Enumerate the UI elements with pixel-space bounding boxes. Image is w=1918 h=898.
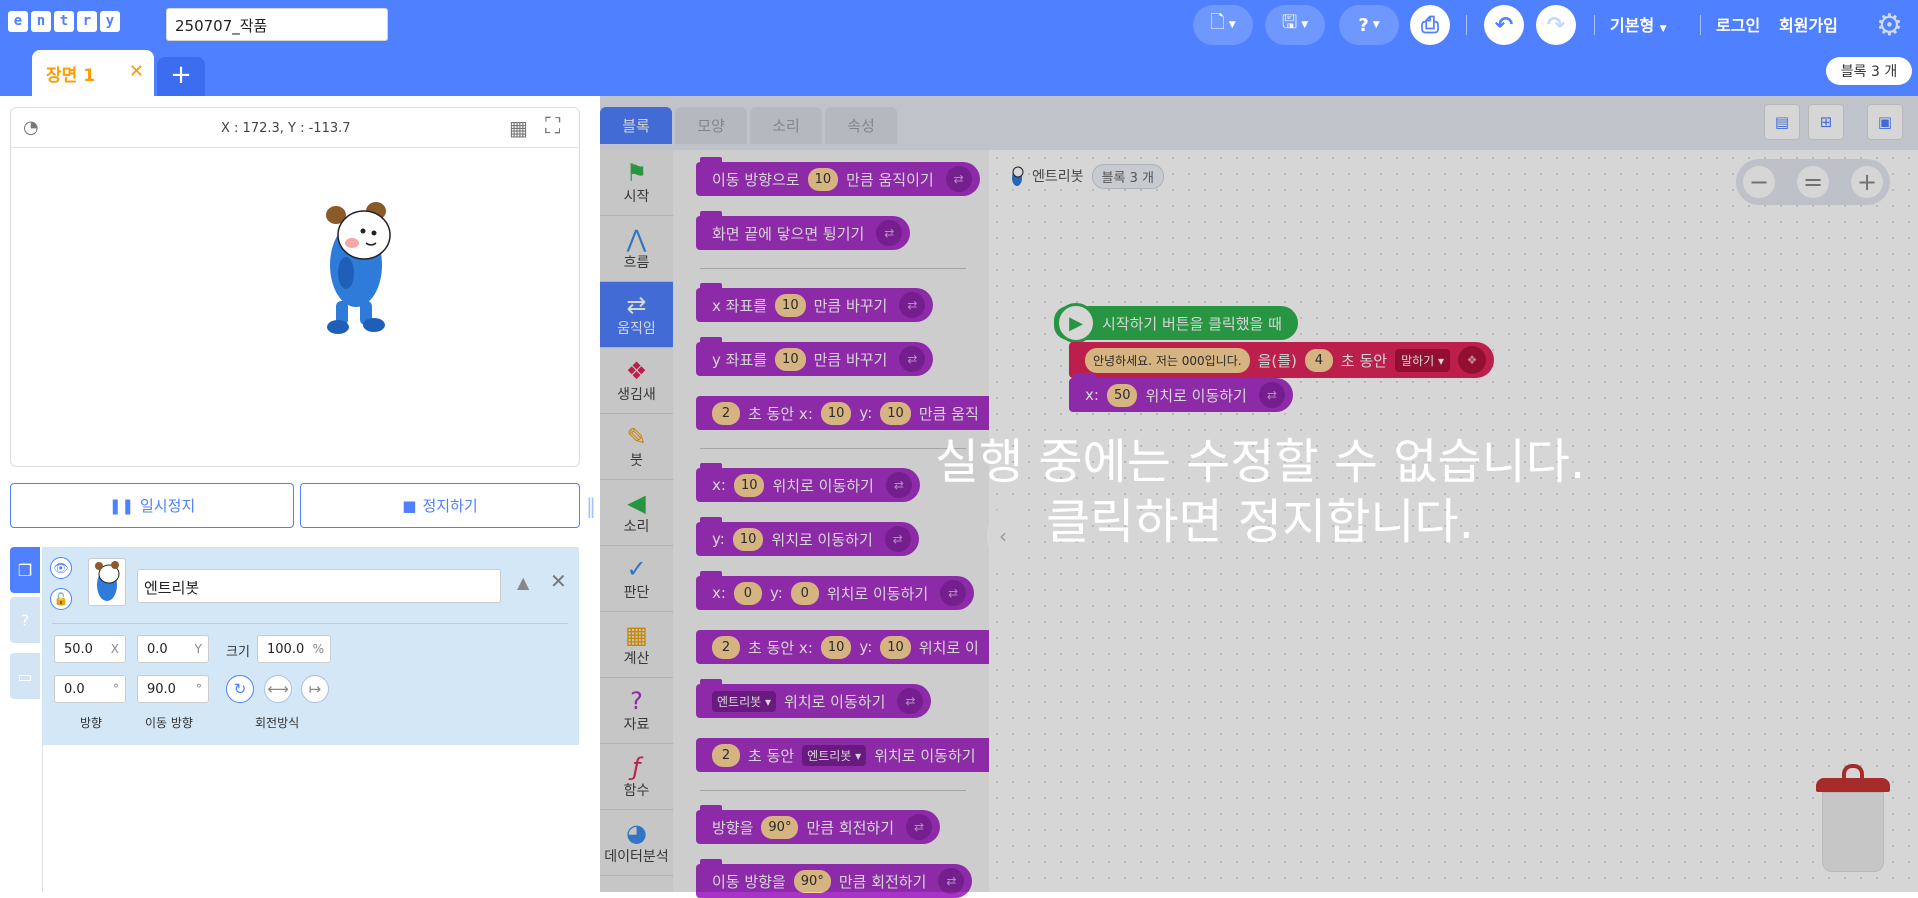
help-button[interactable]: ? ▼ bbox=[1339, 5, 1399, 45]
redo-icon: ↷ bbox=[1546, 12, 1566, 38]
lock-icon[interactable]: 🔓 bbox=[50, 588, 72, 610]
header-bar: e n t r y 250707_작품 🗋 ▼ 🖫 ▼ ? ▼ ⎙ ↶ ↷ 기본형 ▼… bbox=[0, 0, 1918, 96]
stage-toolbar: ◔ X : 172.3, Y : -113.7 ▦ ⛶ bbox=[11, 108, 579, 148]
entrybot-thumbnail-icon bbox=[95, 561, 120, 601]
object-list-area bbox=[42, 745, 579, 892]
new-file-button[interactable]: 🗋 ▼ bbox=[1193, 5, 1253, 45]
y-unit: Y bbox=[194, 642, 202, 656]
size-label: 크기 bbox=[226, 645, 250, 660]
x-coordinate-input[interactable]: 50.0 X bbox=[54, 635, 126, 663]
help-icon: ? bbox=[20, 610, 30, 630]
header-divider bbox=[1700, 15, 1701, 35]
rotation-mode-label: 회전방식 bbox=[255, 716, 300, 730]
entrybot-sprite[interactable] bbox=[316, 193, 406, 338]
running-overlay-message[interactable]: 실행 중에는 수정할 수 없습니다. 클릭하면 정지합니다. bbox=[900, 432, 1620, 552]
size-unit: % bbox=[312, 642, 324, 656]
degree-unit: ° bbox=[113, 682, 119, 696]
stop-button[interactable]: ■ 정지하기 bbox=[300, 483, 580, 528]
pause-label: 일시정지 bbox=[139, 497, 196, 515]
object-panel: 👁 🔓 엔트리봇 ▲ ✕ 50.0 X 0.0 Y 크기 100.0 % 0.0… bbox=[42, 547, 579, 745]
redo-button[interactable]: ↷ bbox=[1536, 5, 1576, 45]
move-direction-label: 이동 방향 bbox=[145, 716, 193, 730]
fullscreen-icon[interactable]: ⛶ bbox=[545, 114, 560, 139]
stop-label: 정지하기 bbox=[422, 497, 478, 515]
print-button[interactable]: ⎙ bbox=[1410, 5, 1450, 45]
collapse-icon[interactable]: ▲ bbox=[517, 573, 529, 592]
direction-input[interactable]: 0.0 ° bbox=[54, 675, 126, 703]
y-coordinate-input[interactable]: 0.0 Y bbox=[137, 635, 209, 663]
no-rotate-icon: ↦ bbox=[308, 680, 322, 698]
signup-link[interactable]: 회원가입 bbox=[1779, 12, 1838, 36]
tab-console[interactable]: ▭ bbox=[10, 653, 40, 699]
divider bbox=[52, 623, 568, 624]
object-thumbnail[interactable] bbox=[88, 558, 126, 606]
direction-value: 0.0 bbox=[64, 682, 85, 697]
degree-unit: ° bbox=[196, 682, 202, 696]
pause-button[interactable]: ❚❚ 일시정지 bbox=[10, 483, 294, 528]
move-direction-input[interactable]: 90.0 ° bbox=[137, 675, 209, 703]
mode-dropdown[interactable]: 기본형 ▼ bbox=[1610, 12, 1667, 36]
block-count-badge: 블록 3 개 bbox=[1826, 57, 1912, 85]
x-value: 50.0 bbox=[64, 642, 93, 657]
rotate-none-button[interactable]: ↦ bbox=[301, 675, 329, 703]
overlay-line-1: 실행 중에는 수정할 수 없습니다. bbox=[934, 434, 1586, 490]
visibility-icon[interactable]: 👁 bbox=[50, 557, 72, 579]
logo-letter: n bbox=[31, 11, 51, 32]
close-icon[interactable]: ✕ bbox=[129, 61, 144, 82]
overlay-line-2: 클릭하면 정지합니다. bbox=[1046, 494, 1474, 550]
panel-resize-handle[interactable]: ‖ bbox=[586, 494, 596, 518]
mouse-coordinates: X : 172.3, Y : -113.7 bbox=[221, 121, 351, 136]
size-value: 100.0 bbox=[267, 642, 305, 657]
save-button[interactable]: 🖫 ▼ bbox=[1265, 5, 1325, 45]
x-unit: X bbox=[110, 642, 119, 656]
y-value: 0.0 bbox=[147, 642, 168, 657]
stop-icon: ■ bbox=[402, 496, 417, 515]
header-divider bbox=[1466, 15, 1467, 35]
tab-help[interactable]: ? bbox=[10, 597, 40, 643]
mode-label: 기본형 bbox=[1610, 16, 1655, 35]
entry-logo[interactable]: e n t r y bbox=[8, 11, 120, 32]
scene-tab-label: 장면 1 bbox=[46, 65, 96, 86]
gear-icon[interactable]: ⚙ bbox=[1876, 8, 1903, 43]
chevron-down-icon: ▼ bbox=[1659, 24, 1667, 34]
project-name-input[interactable]: 250707_작품 bbox=[166, 8, 388, 41]
print-icon: ⎙ bbox=[1421, 12, 1439, 38]
rotate-horizontal-button[interactable]: ⟷ bbox=[264, 675, 292, 703]
header-divider bbox=[1594, 15, 1595, 35]
logo-letter: r bbox=[77, 11, 97, 32]
new-file-icon: 🗋 bbox=[1210, 12, 1225, 33]
undo-icon: ↶ bbox=[1494, 12, 1514, 38]
undo-button[interactable]: ↶ bbox=[1484, 5, 1524, 45]
logo-letter: y bbox=[100, 11, 120, 32]
tab-scene-1[interactable]: 장면 1 ✕ bbox=[32, 50, 154, 96]
console-icon: ▭ bbox=[17, 666, 33, 686]
rotate-free-button[interactable]: ↻ bbox=[226, 675, 254, 703]
horizontal-flip-icon: ⟷ bbox=[267, 680, 289, 698]
grid-icon[interactable]: ▦ bbox=[509, 116, 528, 140]
add-scene-button[interactable]: + bbox=[157, 57, 205, 96]
size-input[interactable]: 100.0 % bbox=[257, 635, 331, 663]
save-icon: 🖫 bbox=[1281, 12, 1298, 33]
rotate-icon: ↻ bbox=[233, 680, 247, 698]
objects-icon: ❐ bbox=[17, 560, 33, 580]
tab-objects[interactable]: ❐ bbox=[10, 547, 40, 593]
logo-letter: e bbox=[8, 11, 28, 32]
pause-icon: ❚❚ bbox=[108, 496, 134, 515]
login-link[interactable]: 로그인 bbox=[1716, 12, 1760, 36]
logo-letter: t bbox=[54, 11, 74, 32]
stage-panel: ◔ X : 172.3, Y : -113.7 ▦ ⛶ bbox=[10, 107, 580, 467]
delete-object-icon[interactable]: ✕ bbox=[550, 569, 567, 593]
help-icon: ? bbox=[1358, 14, 1369, 36]
object-name-input[interactable]: 엔트리봇 bbox=[137, 569, 501, 603]
speed-icon[interactable]: ◔ bbox=[23, 117, 39, 138]
direction-label: 방향 bbox=[80, 716, 103, 730]
move-direction-value: 90.0 bbox=[147, 682, 176, 697]
